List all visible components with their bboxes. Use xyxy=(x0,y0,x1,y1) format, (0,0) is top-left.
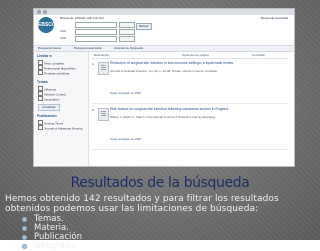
pdf-link[interactable]: Texto completo en PDF xyxy=(110,137,141,141)
boolean-operator[interactable]: AND xyxy=(60,36,74,40)
checkbox-icon[interactable] xyxy=(38,70,43,75)
subject-filter[interactable]: Vaccination xyxy=(38,96,59,102)
limits-list: Temas. Materia. Publicación Geografía,..… xyxy=(22,215,87,251)
update-button[interactable]: Actualizar xyxy=(38,104,60,111)
bullet-icon xyxy=(22,217,27,222)
nav-advanced-search[interactable]: Búsqueda avanzada xyxy=(74,46,101,50)
results-toolbar: Relevancia Opciones de página Compartir xyxy=(92,52,288,59)
field-select[interactable] xyxy=(119,22,135,28)
sidebar-heading: Publicación xyxy=(37,114,57,118)
search-label: Buscando: CINAHL with Full Text xyxy=(60,16,105,20)
limit-checkbox[interactable]: Revistas científicas xyxy=(38,70,70,76)
search-input[interactable] xyxy=(75,29,117,35)
slide-title: Resultados de la búsqueda xyxy=(70,175,250,191)
boolean-operator[interactable]: AND xyxy=(60,29,74,33)
sidebar-heading: Temas xyxy=(37,80,48,84)
nav-strip: Búsqueda básica Búsqueda avanzada Histor… xyxy=(34,45,294,52)
ebsco-logo: EBSCO xyxy=(38,17,56,33)
publication-filter[interactable]: Journal of Advanced Nursing xyxy=(38,125,82,131)
search-input[interactable] xyxy=(75,22,117,28)
result-title[interactable]: Risk factors for surgical site infection… xyxy=(110,107,286,111)
pdf-link[interactable]: Texto completo en PDF xyxy=(110,91,141,95)
nav-basic-search[interactable]: Búsqueda básica xyxy=(38,46,61,50)
database-screenshot: EBSCO Buscando: CINAHL with Full Text AN… xyxy=(33,8,295,167)
checkbox-icon[interactable] xyxy=(38,125,43,130)
window-dot-icon xyxy=(43,10,47,14)
nav-search-history[interactable]: Historial de búsqueda xyxy=(114,46,143,50)
checkbox-icon[interactable] xyxy=(38,96,43,101)
slide-body-text: Hemos obtenido 142 resultados y para fil… xyxy=(5,194,279,214)
search-button[interactable]: Buscar xyxy=(136,23,152,30)
result-meta: Wilson J, Wloch C, Saei A. International… xyxy=(110,115,216,119)
sort-relevance[interactable]: Relevancia xyxy=(94,53,109,57)
result-number: 1. xyxy=(92,62,95,66)
share-link[interactable]: Compartir xyxy=(252,53,265,57)
bullet-icon xyxy=(22,244,27,249)
result-meta: Journal of Hospital Infection, vol. 94, … xyxy=(110,69,218,73)
window-dot-icon xyxy=(37,10,41,14)
sidebar-heading: Limitar a xyxy=(37,54,52,58)
limits-sidebar: Limitar a Texto completo Referencias dis… xyxy=(34,52,89,166)
result-number: 2. xyxy=(92,108,95,112)
document-icon xyxy=(98,62,109,75)
page-options[interactable]: Opciones de página xyxy=(182,53,209,57)
search-input[interactable] xyxy=(75,36,117,42)
field-select[interactable] xyxy=(119,29,135,35)
bullet-icon xyxy=(22,235,27,240)
document-icon xyxy=(98,108,109,121)
app-header: EBSCO Buscando: CINAHL with Full Text AN… xyxy=(34,15,294,45)
bullet-icon xyxy=(22,226,27,231)
result-item: 1. Reduction of surgical site infection … xyxy=(92,61,288,104)
result-title[interactable]: Reduction of surgical site infection in … xyxy=(110,61,286,65)
advanced-search-link[interactable]: Búsqueda avanzada xyxy=(261,16,288,20)
field-select[interactable] xyxy=(119,36,135,42)
result-item: 2. Risk factors for surgical site infect… xyxy=(92,107,288,150)
list-item: Geografía,... xyxy=(22,242,87,251)
